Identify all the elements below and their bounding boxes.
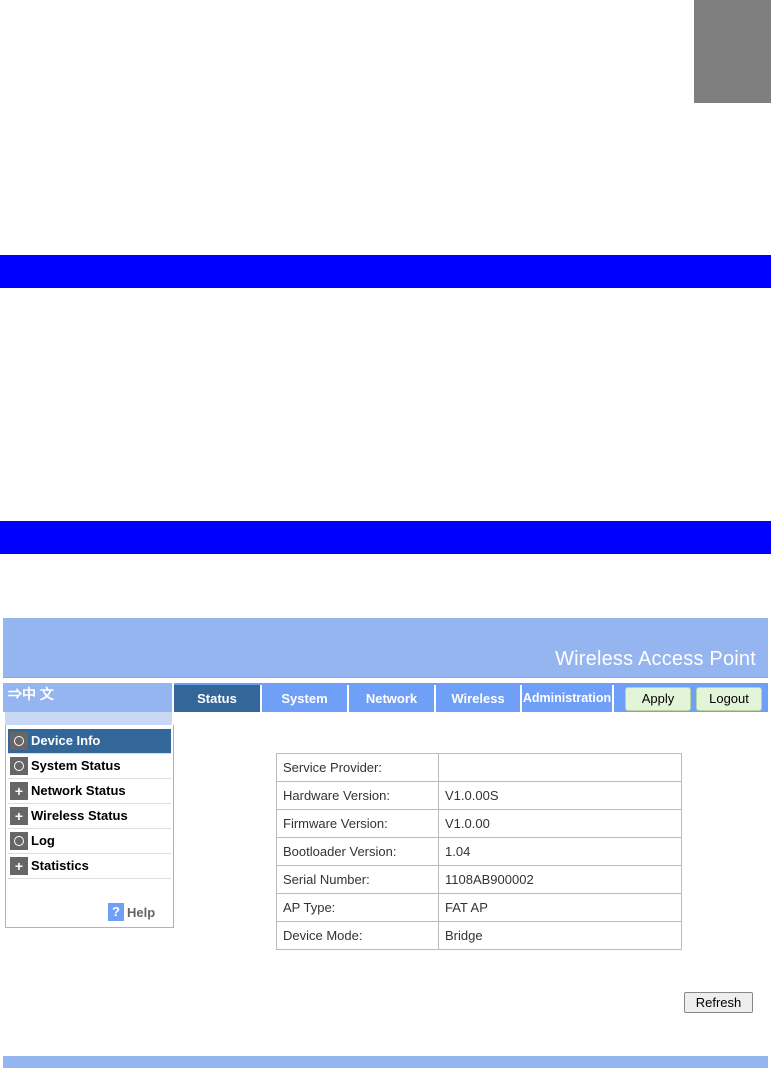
product-title: Wireless Access Point — [555, 648, 756, 670]
sidebar-item-label: Wireless Status — [31, 808, 128, 823]
section-band — [0, 255, 771, 288]
row-value: 1108AB900002 — [438, 865, 682, 894]
sidebar-item-system-status[interactable]: System Status — [8, 754, 171, 779]
row-label: Serial Number: — [276, 865, 439, 894]
row-value — [438, 753, 682, 782]
table-row: Serial Number: 1108AB900002 — [276, 865, 682, 894]
sidebar-item-label: Log — [31, 833, 55, 848]
sidebar-item-wireless-status[interactable]: + Wireless Status — [8, 804, 171, 829]
sidebar-header — [5, 712, 172, 725]
device-info-table: Service Provider: Hardware Version: V1.0… — [276, 753, 682, 950]
table-row: Device Mode: Bridge — [276, 921, 682, 950]
sidebar-item-device-info[interactable]: Device Info — [8, 729, 171, 754]
plus-icon: + — [10, 807, 28, 825]
row-label: Bootloader Version: — [276, 837, 439, 866]
section-band — [0, 521, 771, 554]
help-label: Help — [127, 905, 156, 920]
language-switch[interactable]: ⇒中 文 — [3, 683, 172, 712]
table-row: Bootloader Version: 1.04 — [276, 837, 682, 866]
row-value: Bridge — [438, 921, 682, 950]
table-row: Firmware Version: V1.0.00 — [276, 809, 682, 838]
table-row: Hardware Version: V1.0.00S — [276, 781, 682, 810]
table-row: AP Type: FAT AP — [276, 893, 682, 922]
row-value: V1.0.00 — [438, 809, 682, 838]
apply-button[interactable]: Apply — [625, 687, 691, 711]
sidebar-item-label: Network Status — [31, 783, 126, 798]
help-icon: ? — [108, 903, 124, 921]
plus-icon: + — [10, 782, 28, 800]
plus-icon: + — [10, 857, 28, 875]
sidebar-item-network-status[interactable]: + Network Status — [8, 779, 171, 804]
web-ui-screenshot: Wireless Access Point ⇒中 文 Status System… — [3, 618, 768, 1068]
row-label: Hardware Version: — [276, 781, 439, 810]
tab-network[interactable]: Network — [349, 685, 434, 712]
row-label: Firmware Version: — [276, 809, 439, 838]
row-label: Service Provider: — [276, 753, 439, 782]
row-value: 1.04 — [438, 837, 682, 866]
circle-icon — [10, 732, 28, 750]
header-banner: Wireless Access Point — [3, 618, 768, 678]
row-value: FAT AP — [438, 893, 682, 922]
sidebar-item-label: Device Info — [31, 733, 101, 748]
main-nav: Status System Network Wireless Administr… — [174, 683, 768, 712]
sidebar-item-label: System Status — [31, 758, 121, 773]
sidebar-item-statistics[interactable]: + Statistics — [8, 854, 171, 879]
language-label[interactable]: ⇒中 文 — [8, 686, 54, 702]
tab-administration[interactable]: Administration — [522, 685, 612, 712]
footer-bar — [3, 1056, 768, 1068]
tab-system[interactable]: System — [262, 685, 347, 712]
row-value: V1.0.00S — [438, 781, 682, 810]
refresh-button[interactable]: Refresh — [684, 992, 753, 1013]
row-label: AP Type: — [276, 893, 439, 922]
table-row: Service Provider: — [276, 753, 682, 782]
logout-button[interactable]: Logout — [696, 687, 762, 711]
sidebar-item-label: Statistics — [31, 858, 89, 873]
circle-icon — [10, 757, 28, 775]
sidebar-item-log[interactable]: Log — [8, 829, 171, 854]
row-label: Device Mode: — [276, 921, 439, 950]
circle-icon — [10, 832, 28, 850]
tab-status[interactable]: Status — [174, 685, 260, 712]
sidebar: Device Info System Status + Network Stat… — [5, 725, 174, 928]
page-corner-tab — [694, 0, 771, 103]
tab-wireless[interactable]: Wireless — [436, 685, 520, 712]
